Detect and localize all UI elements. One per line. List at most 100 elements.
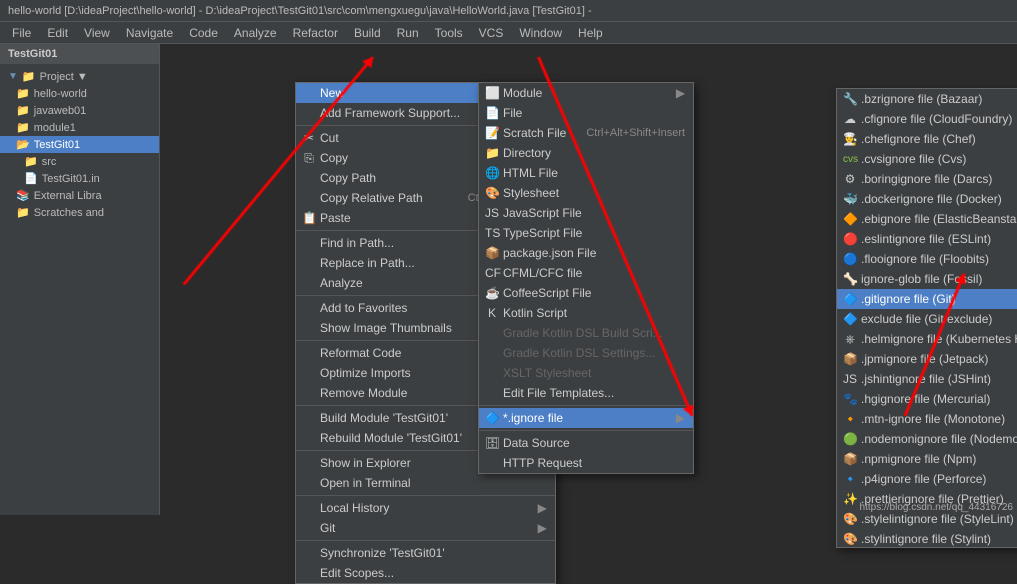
ctx-synchronize[interactable]: Synchronize 'TestGit01' — [296, 543, 555, 563]
menu-refactor[interactable]: Refactor — [285, 24, 346, 42]
menu-code[interactable]: Code — [181, 24, 226, 42]
sidebar-item-hello-world[interactable]: 📁 hello-world — [0, 85, 159, 102]
sidebar-tree: ▼ 📁 Project ▼ 📁 hello-world 📁 javaweb01 … — [0, 64, 159, 515]
ignore-nodemon[interactable]: 🟢 .nodemonignore file (Nodemon) — [837, 429, 1017, 449]
ignore-npm[interactable]: 📦 .npmignore file (Npm) — [837, 449, 1017, 469]
new-js-file[interactable]: JS JavaScript File — [479, 203, 693, 223]
ignore-git-exclude-icon: 🔷 — [843, 312, 857, 326]
sidebar-item-module1[interactable]: 📁 module1 — [0, 119, 159, 136]
cut-icon: ✂ — [302, 131, 316, 145]
new-xslt: XSLT Stylesheet — [479, 363, 693, 383]
sidebar-item-javaweb01[interactable]: 📁 javaweb01 — [0, 102, 159, 119]
separator-8 — [296, 540, 555, 541]
new-data-source[interactable]: 🗄 Data Source — [479, 433, 693, 453]
sidebar-item-external-lib[interactable]: 📚 External Libra — [0, 187, 159, 204]
ignore-jetpack[interactable]: 📦 .jpmignore file (Jetpack) — [837, 349, 1017, 369]
directory-icon: 📁 — [485, 146, 499, 160]
ignore-docker[interactable]: 🐳 .dockerignore file (Docker) — [837, 189, 1017, 209]
ctx-git[interactable]: Git▶ — [296, 518, 555, 538]
sidebar: TestGit01 ▼ 📁 Project ▼ 📁 hello-world 📁 … — [0, 44, 160, 515]
new-stylesheet[interactable]: 🎨 Stylesheet — [479, 183, 693, 203]
ignore-jshint[interactable]: JS .jshintignore file (JSHint) — [837, 369, 1017, 389]
new-kotlin-script[interactable]: K Kotlin Script — [479, 303, 693, 323]
ignore-bzr[interactable]: 🔧 .bzrignore file (Bazaar) — [837, 89, 1017, 109]
new-gradle-build: Gradle Kotlin DSL Build Scri... — [479, 323, 693, 343]
ignore-eslint-icon: 🔴 — [843, 232, 857, 246]
menu-navigate[interactable]: Navigate — [118, 24, 181, 42]
ignore-fossil-icon: 🦴 — [843, 272, 857, 286]
ignore-floobits[interactable]: 🔵 .flooignore file (Floobits) — [837, 249, 1017, 269]
content-area: New▶ Add Framework Support... ✂ CutCtrl+… — [160, 44, 1017, 515]
ignore-chef-icon: 👨‍🍳 — [843, 132, 857, 146]
context-menu-ignore: 🔧 .bzrignore file (Bazaar) ☁ .cfignore f… — [836, 88, 1017, 548]
new-ts-file[interactable]: TS TypeScript File — [479, 223, 693, 243]
new-file[interactable]: 📄 File — [479, 103, 693, 123]
menu-view[interactable]: View — [76, 24, 118, 42]
copy-icon: ⎘ — [302, 151, 316, 166]
ignore-icon: 🔷 — [485, 411, 499, 425]
menu-help[interactable]: Help — [570, 24, 611, 42]
ignore-elastic[interactable]: 🔶 .ebignore file (ElasticBeanstalk) — [837, 209, 1017, 229]
ctx-local-history[interactable]: Local History▶ — [296, 498, 555, 518]
ignore-darcs[interactable]: ⚙ .boringignore file (Darcs) — [837, 169, 1017, 189]
ignore-darcs-icon: ⚙ — [843, 172, 857, 186]
ignore-helm[interactable]: ⎈ .helmignore file (Kubernetes Helm) — [837, 329, 1017, 349]
new-module[interactable]: ⬜ Module▶ — [479, 83, 693, 103]
new-scratch-file[interactable]: 📝 Scratch FileCtrl+Alt+Shift+Insert — [479, 123, 693, 143]
ignore-cf[interactable]: ☁ .cfignore file (CloudFoundry) — [837, 109, 1017, 129]
ignore-cf-icon: ☁ — [843, 112, 857, 126]
menu-tools[interactable]: Tools — [427, 24, 471, 42]
module-icon: ⬜ — [485, 86, 499, 100]
new-coffeescript[interactable]: ☕ CoffeeScript File — [479, 283, 693, 303]
ignore-mercurial-icon: 🐾 — [843, 392, 857, 406]
ignore-elastic-icon: 🔶 — [843, 212, 857, 226]
menu-file[interactable]: File — [4, 24, 39, 42]
ignore-git-exclude[interactable]: 🔷 exclude file (Git exclude) — [837, 309, 1017, 329]
sidebar-item-src[interactable]: 📁 src — [0, 153, 159, 170]
ignore-docker-icon: 🐳 — [843, 192, 857, 206]
scratch-icon: 📝 — [485, 126, 499, 140]
ignore-stylelint-icon: 🎨 — [843, 512, 857, 526]
menu-vcs[interactable]: VCS — [471, 24, 512, 42]
new-gradle-settings: Gradle Kotlin DSL Settings... — [479, 343, 693, 363]
file-icon: 📄 — [485, 106, 499, 120]
ignore-chef[interactable]: 👨‍🍳 .chefignore file (Chef) — [837, 129, 1017, 149]
sidebar-item-testgit01-iml[interactable]: 📄 TestGit01.in — [0, 170, 159, 187]
menu-analyze[interactable]: Analyze — [226, 24, 285, 42]
ignore-monotone[interactable]: 🔸 .mtn-ignore file (Monotone) — [837, 409, 1017, 429]
ctx-open-terminal[interactable]: Open in Terminal — [296, 473, 555, 493]
sidebar-project-tab[interactable]: ▼ 📁 Project ▼ — [0, 68, 159, 85]
menu-build[interactable]: Build — [346, 24, 389, 42]
sidebar-header: TestGit01 — [0, 44, 159, 64]
ignore-stylint[interactable]: 🎨 .stylintignore file (Stylint) — [837, 529, 1017, 548]
sidebar-title: TestGit01 — [8, 48, 57, 60]
menu-run[interactable]: Run — [389, 24, 427, 42]
separator-7 — [296, 495, 555, 496]
ignore-perforce[interactable]: 🔹 .p4ignore file (Perforce) — [837, 469, 1017, 489]
ignore-cvs[interactable]: cvs .cvsignore file (Cvs) — [837, 149, 1017, 169]
ignore-fossil[interactable]: 🦴 ignore-glob file (Fossil) — [837, 269, 1017, 289]
new-cfml[interactable]: CF CFML/CFC file — [479, 263, 693, 283]
separator-new-1 — [479, 405, 693, 406]
ignore-git[interactable]: 🔷 .gitignore file (Git) — [837, 289, 1017, 309]
ts-icon: TS — [485, 226, 499, 240]
ignore-eslint[interactable]: 🔴 .eslintignore file (ESLint) — [837, 229, 1017, 249]
sidebar-item-testgit01[interactable]: 📂 TestGit01 — [0, 136, 159, 153]
new-http-request[interactable]: HTTP Request — [479, 453, 693, 473]
ignore-mercurial[interactable]: 🐾 .hgignore file (Mercurial) — [837, 389, 1017, 409]
datasource-icon: 🗄 — [485, 436, 499, 450]
ctx-edit-scopes[interactable]: Edit Scopes... — [296, 563, 555, 583]
new-package-json[interactable]: 📦 package.json File — [479, 243, 693, 263]
separator-new-2 — [479, 430, 693, 431]
menu-edit[interactable]: Edit — [39, 24, 76, 42]
menu-window[interactable]: Window — [511, 24, 570, 42]
new-directory[interactable]: 📁 Directory — [479, 143, 693, 163]
sidebar-item-scratches[interactable]: 📁 Scratches and — [0, 204, 159, 221]
new-ignore-file[interactable]: 🔷 *.ignore file▶ — [479, 408, 693, 428]
new-html[interactable]: 🌐 HTML File — [479, 163, 693, 183]
ignore-stylint-icon: 🎨 — [843, 532, 857, 546]
cfml-icon: CF — [485, 266, 499, 280]
new-edit-file-templates[interactable]: Edit File Templates... — [479, 383, 693, 403]
js-icon: JS — [485, 206, 499, 220]
coffee-icon: ☕ — [485, 286, 499, 300]
